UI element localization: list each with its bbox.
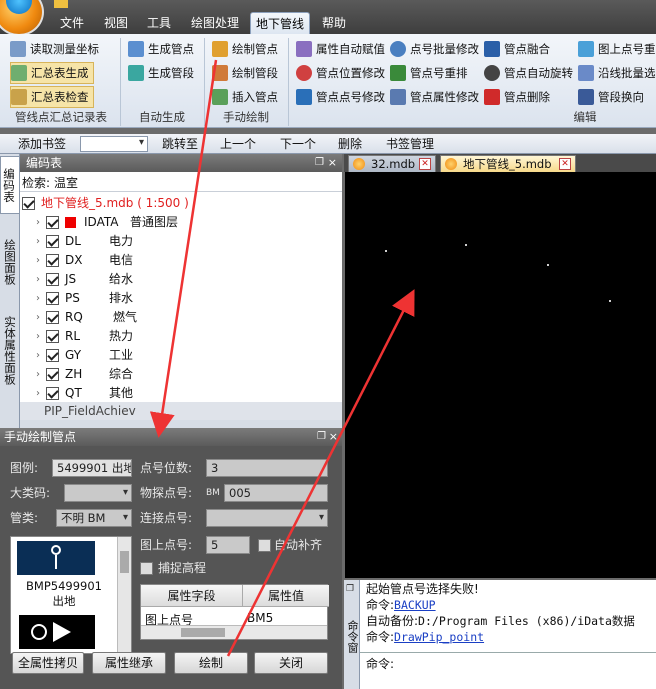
annotation-arrows [149,59,415,657]
annotation-arrow [226,289,415,657]
annotation-arrow [149,59,218,438]
